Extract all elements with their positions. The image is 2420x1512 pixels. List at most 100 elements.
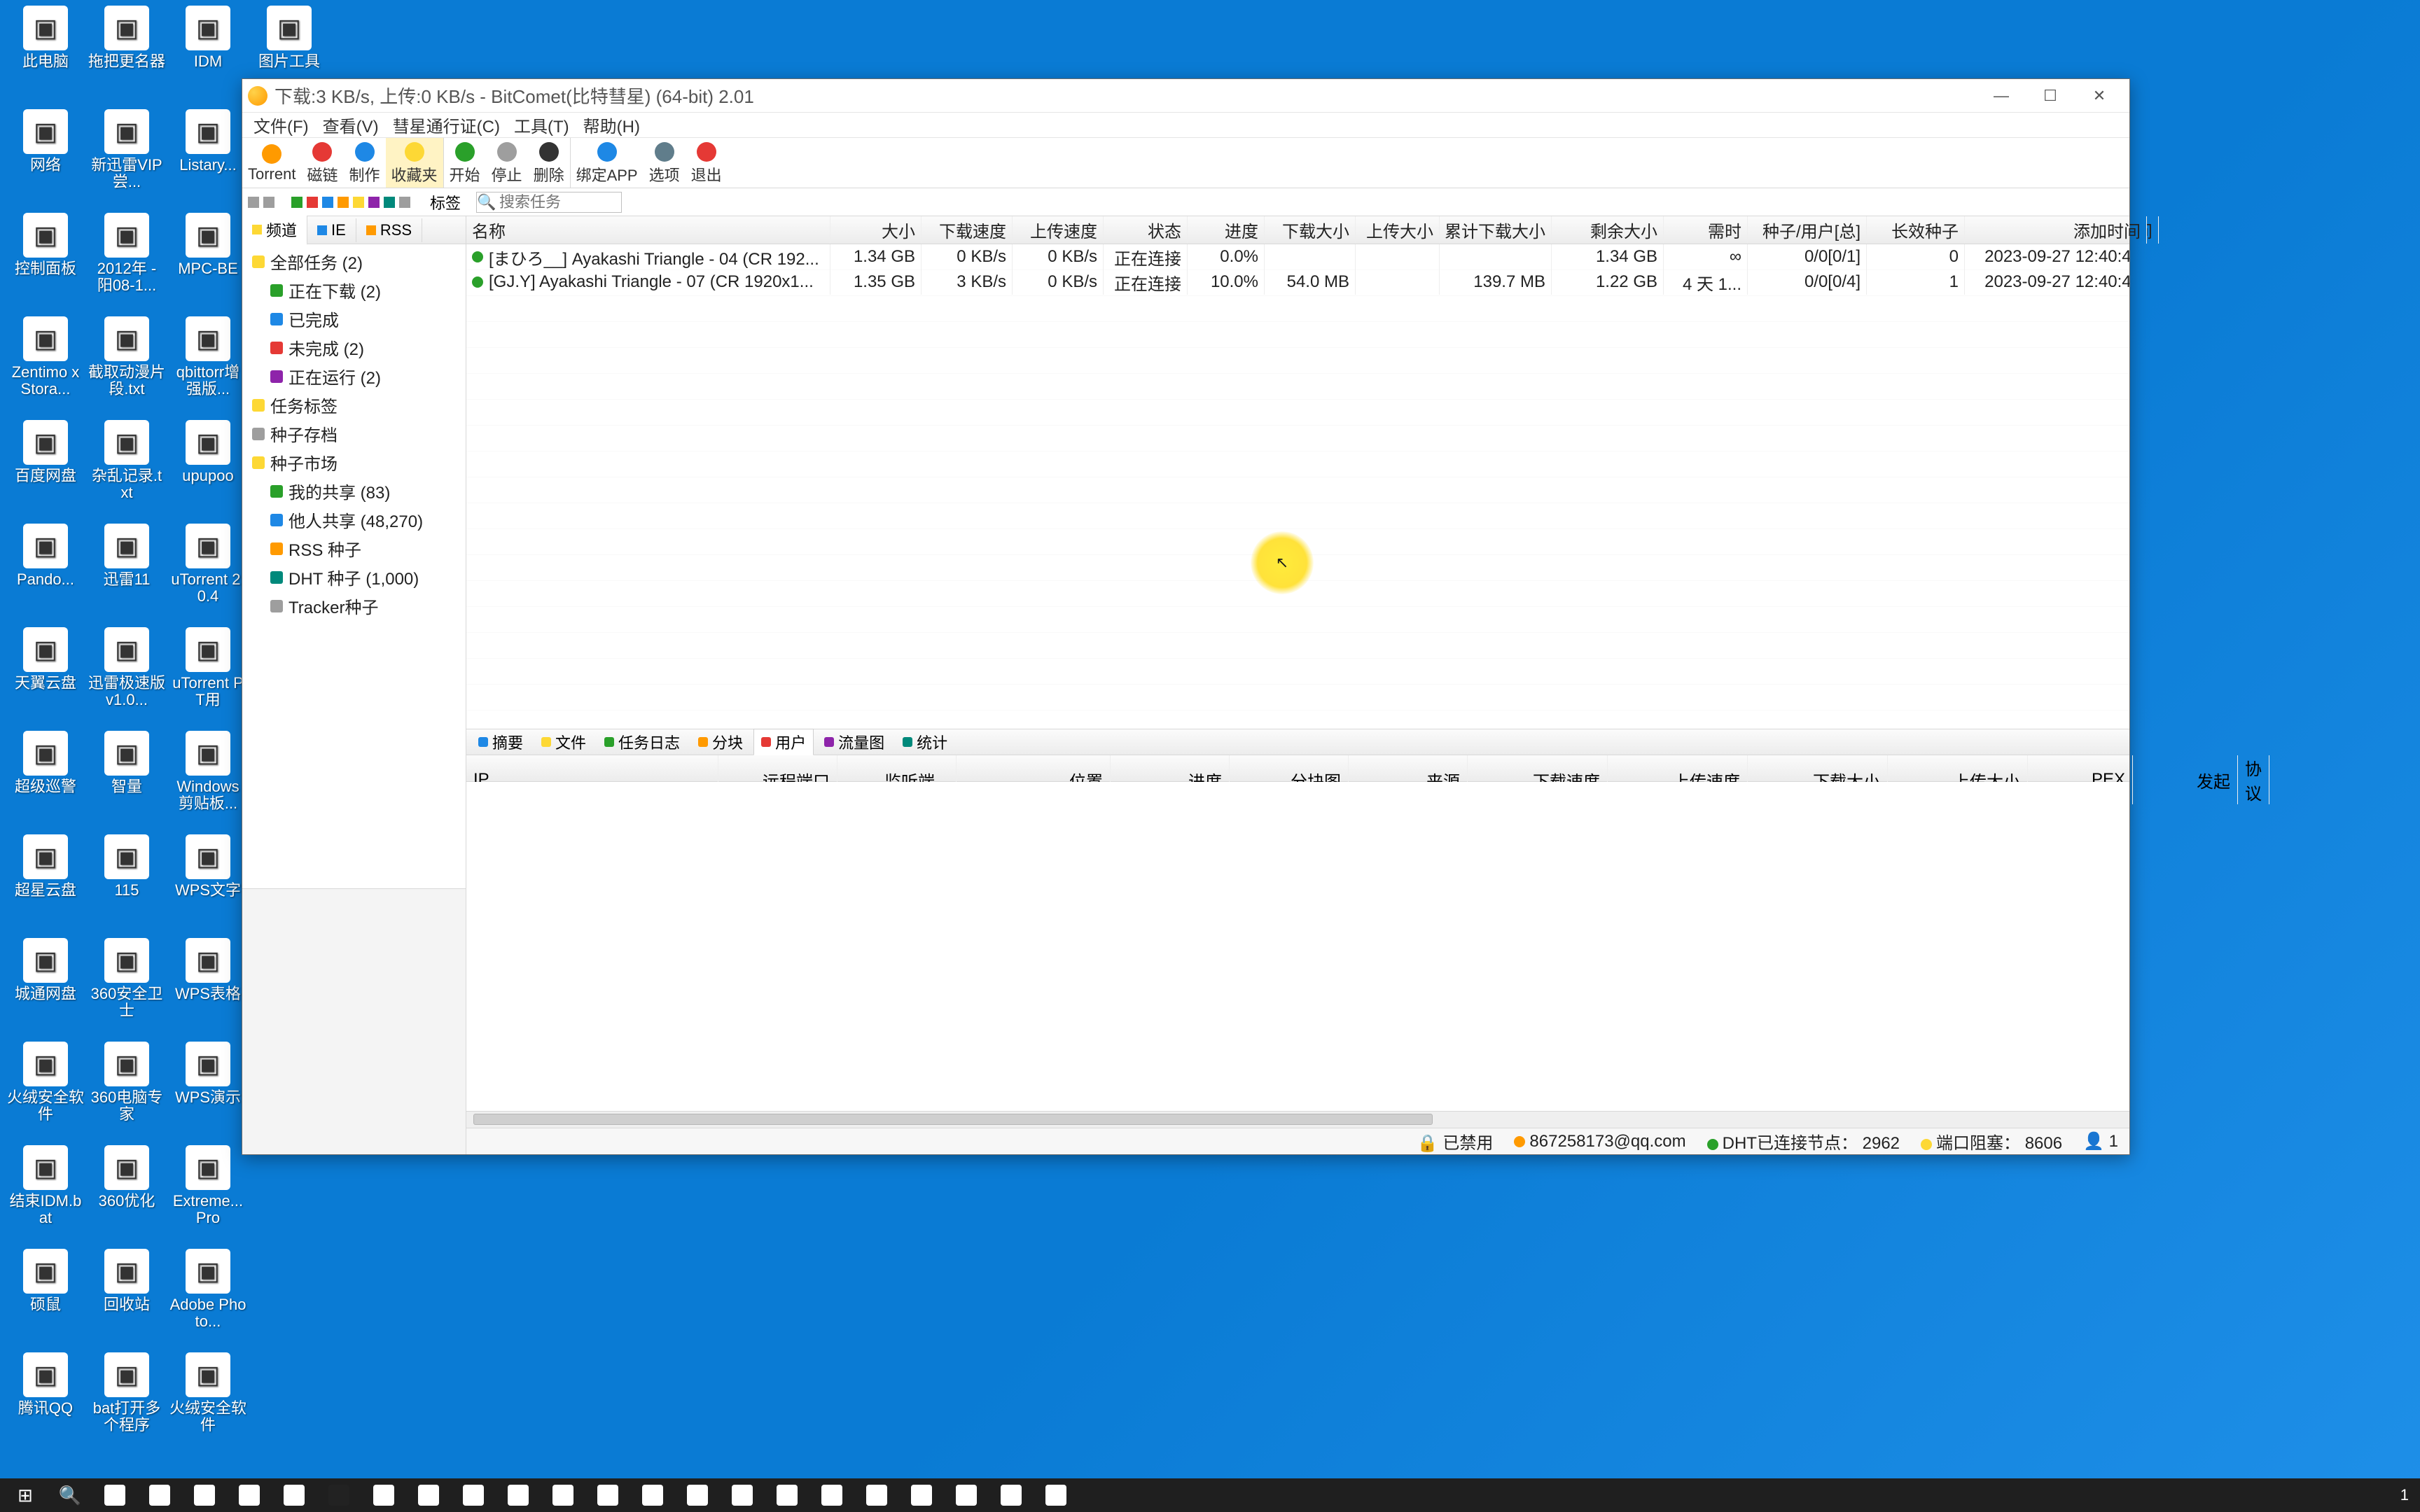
- toolbar-Torrent[interactable]: Torrent: [242, 138, 301, 188]
- desktop-icon[interactable]: ▣qbittorr增强版...: [169, 316, 246, 398]
- task-list-header[interactable]: 名称大小下载速度上传速度状态进度下载大小上传大小累计下载大小剩余大小需时种子/用…: [466, 216, 2129, 244]
- desktop-icon[interactable]: ▣天翼云盘: [7, 627, 84, 692]
- peer-column-header[interactable]: 发起: [2133, 755, 2238, 804]
- desktop-icon[interactable]: ▣截取动漫片段.txt: [88, 316, 165, 398]
- taskbar-app[interactable]: [587, 1480, 629, 1511]
- taskbar-app[interactable]: [632, 1480, 674, 1511]
- scrollbar-thumb[interactable]: [473, 1114, 1433, 1125]
- filter-chip[interactable]: [368, 197, 380, 208]
- detail-tab[interactable]: 摘要: [471, 729, 531, 755]
- tree-node[interactable]: 正在运行 (2): [242, 362, 466, 391]
- toolbar-制作[interactable]: 制作: [344, 138, 386, 188]
- desktop-icon[interactable]: ▣upupoo: [169, 420, 246, 484]
- desktop-icon[interactable]: ▣Zentimo xStora...: [7, 316, 84, 398]
- filter-chip[interactable]: [322, 197, 333, 208]
- desktop-icon[interactable]: ▣IDM: [169, 6, 246, 70]
- desktop-icon[interactable]: ▣WPS文字: [169, 834, 246, 899]
- menu-item[interactable]: 帮助(H): [576, 111, 647, 139]
- desktop-icon[interactable]: ▣杂乱记录.txt: [88, 420, 165, 501]
- desktop-icon[interactable]: ▣WPS表格: [169, 938, 246, 1002]
- desktop-icon[interactable]: ▣城通网盘: [7, 938, 84, 1002]
- desktop-icon[interactable]: ▣uTorrent 2.0.4: [169, 524, 246, 605]
- column-header[interactable]: 长效种子: [1867, 216, 1965, 244]
- taskbar-app[interactable]: [139, 1480, 181, 1511]
- column-header[interactable]: 下载速度: [922, 216, 1013, 244]
- search-button[interactable]: 🔍: [49, 1480, 91, 1511]
- taskbar-app[interactable]: [766, 1480, 808, 1511]
- toolbar-退出[interactable]: 退出: [686, 138, 728, 188]
- task-row[interactable]: [GJ.Y] Ayakashi Triangle - 07 (CR 1920x1…: [466, 270, 2129, 295]
- sidebar-tab[interactable]: 频道: [242, 216, 307, 245]
- desktop-icon[interactable]: ▣2012年 - 阳08-1...: [88, 213, 165, 294]
- toolbar-绑定APP[interactable]: 绑定APP: [570, 138, 644, 188]
- desktop-icon[interactable]: ▣Listary...: [169, 109, 246, 174]
- explorer-icon[interactable]: [94, 1480, 136, 1511]
- desktop-icon[interactable]: ▣Extreme... Pro: [169, 1145, 246, 1226]
- taskbar-app[interactable]: [721, 1480, 763, 1511]
- desktop-icon[interactable]: ▣超级巡警: [7, 731, 84, 795]
- taskbar-app[interactable]: [676, 1480, 718, 1511]
- filter-chip[interactable]: [291, 197, 302, 208]
- tree-node[interactable]: 他人共享 (48,270): [242, 505, 466, 534]
- desktop-icon[interactable]: ▣此电脑: [7, 6, 84, 70]
- column-header[interactable]: 大小: [830, 216, 922, 244]
- detail-tab[interactable]: 统计: [895, 729, 955, 755]
- tree-node[interactable]: 种子市场: [242, 448, 466, 477]
- system-tray[interactable]: 1: [2400, 1486, 2416, 1504]
- taskbar-app[interactable]: [811, 1480, 853, 1511]
- column-header[interactable]: 需时: [1664, 216, 1748, 244]
- tree-node[interactable]: 全部任务 (2): [242, 247, 466, 276]
- tree-node[interactable]: RSS 种子: [242, 534, 466, 563]
- desktop-icon[interactable]: ▣图片工具: [251, 6, 328, 70]
- tags-label[interactable]: 标签: [430, 191, 461, 214]
- menu-item[interactable]: 文件(F): [246, 111, 316, 139]
- tree-node[interactable]: 我的共享 (83): [242, 477, 466, 505]
- desktop-icon[interactable]: ▣Pando...: [7, 524, 84, 588]
- desktop-icon[interactable]: ▣迅雷11: [88, 524, 165, 588]
- toolbar-选项[interactable]: 选项: [644, 138, 686, 188]
- desktop-icon[interactable]: ▣bat打开多个程序: [88, 1352, 165, 1434]
- taskbar-app[interactable]: [228, 1480, 270, 1511]
- desktop-icon[interactable]: ▣MPC-BE: [169, 213, 246, 277]
- desktop-icon[interactable]: ▣火绒安全软件: [7, 1042, 84, 1123]
- taskbar-app[interactable]: [497, 1480, 539, 1511]
- desktop-icon[interactable]: ▣拖把更名器: [88, 6, 165, 70]
- tree-node[interactable]: 任务标签: [242, 391, 466, 419]
- filter-chip[interactable]: [399, 197, 410, 208]
- desktop-icon[interactable]: ▣WPS演示: [169, 1042, 246, 1106]
- tree-node[interactable]: 正在下载 (2): [242, 276, 466, 304]
- desktop-icon[interactable]: ▣360安全卫士: [88, 938, 165, 1019]
- detail-tab[interactable]: 任务日志: [597, 729, 688, 755]
- desktop-icon[interactable]: ▣控制面板: [7, 213, 84, 277]
- detail-tab[interactable]: 分块: [690, 729, 751, 755]
- minimize-button[interactable]: —: [1977, 82, 2026, 110]
- column-header[interactable]: 进度: [1188, 216, 1265, 244]
- tree-node[interactable]: DHT 种子 (1,000): [242, 563, 466, 592]
- taskbar-app[interactable]: [183, 1480, 225, 1511]
- titlebar[interactable]: 下载:3 KB/s, 上传:0 KB/s - BitComet(比特彗星) (6…: [242, 79, 2129, 113]
- desktop-icon[interactable]: ▣uTorrent PT用: [169, 627, 246, 708]
- desktop-icon[interactable]: ▣超星云盘: [7, 834, 84, 899]
- desktop-icon[interactable]: ▣腾讯QQ: [7, 1352, 84, 1417]
- column-header[interactable]: 上传速度: [1013, 216, 1104, 244]
- sidebar-tab[interactable]: RSS: [356, 218, 422, 242]
- menu-item[interactable]: 查看(V): [316, 111, 386, 139]
- detail-tab[interactable]: 流量图: [816, 729, 892, 755]
- toolbar-磁链[interactable]: 磁链: [301, 138, 343, 188]
- desktop-icon[interactable]: ▣115: [88, 834, 165, 899]
- task-list[interactable]: [まひろ__] Ayakashi Triangle - 04 (CR 192..…: [466, 244, 2129, 729]
- status-account[interactable]: 867258173@qq.com: [1514, 1132, 1685, 1152]
- desktop-icon[interactable]: ▣百度网盘: [7, 420, 84, 484]
- desktop-icon[interactable]: ▣结束IDM.bat: [7, 1145, 84, 1226]
- task-row[interactable]: [まひろ__] Ayakashi Triangle - 04 (CR 192..…: [466, 244, 2129, 270]
- horizontal-scrollbar[interactable]: [466, 1111, 2129, 1128]
- column-header[interactable]: 名称: [466, 216, 830, 244]
- column-header[interactable]: 状态: [1104, 216, 1188, 244]
- chevron-left-icon[interactable]: [248, 197, 259, 208]
- toolbar-开始[interactable]: 开始: [443, 138, 486, 188]
- desktop-icon[interactable]: ▣网络: [7, 109, 84, 174]
- taskbar-app-bitcomet[interactable]: [990, 1480, 1032, 1511]
- toolbar-删除[interactable]: 删除: [528, 138, 570, 188]
- desktop-icon[interactable]: ▣360电脑专家: [88, 1042, 165, 1123]
- desktop-icon[interactable]: ▣硕鼠: [7, 1249, 84, 1313]
